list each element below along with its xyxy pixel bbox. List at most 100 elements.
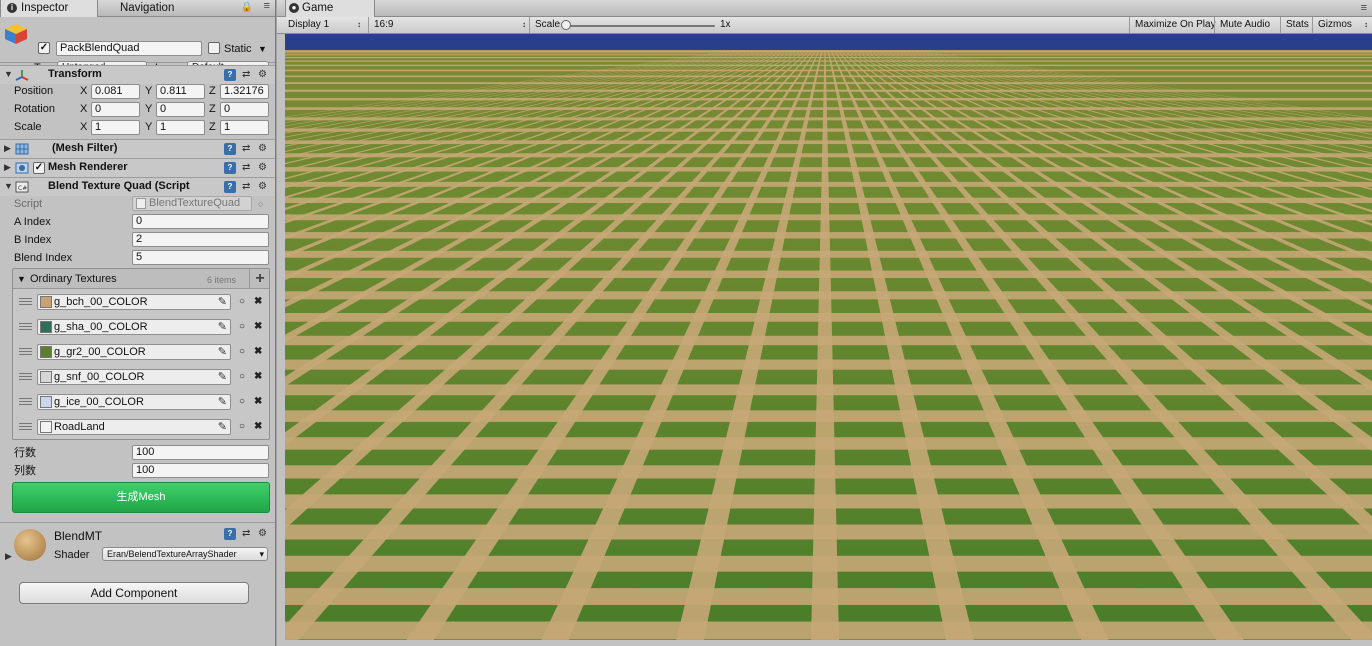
pencil-icon[interactable]: ✎ bbox=[218, 395, 227, 409]
gear-icon[interactable]: ⚙ bbox=[258, 528, 267, 540]
rotation-x-field[interactable]: 0 bbox=[91, 102, 140, 117]
pencil-icon[interactable]: ✎ bbox=[218, 320, 227, 334]
gear-icon[interactable]: ⚙ bbox=[258, 69, 267, 81]
texture-field[interactable]: RoadLand ✎ bbox=[37, 419, 231, 435]
object-picker-icon[interactable]: ○ bbox=[239, 296, 245, 308]
generate-mesh-button[interactable]: 生成Mesh bbox=[12, 482, 270, 513]
object-picker-icon[interactable]: ○ bbox=[239, 321, 245, 333]
pencil-icon[interactable]: ✎ bbox=[218, 295, 227, 309]
fold-closed-icon[interactable]: ▶ bbox=[4, 162, 11, 173]
mesh-filter-header[interactable]: ▶ (Mesh Filter) ? ⇄ ⚙ bbox=[0, 139, 275, 158]
list-fold-icon[interactable]: ▼ bbox=[17, 272, 26, 286]
stats-button[interactable]: Stats bbox=[1280, 17, 1314, 33]
texture-field[interactable]: g_snf_00_COLOR ✎ bbox=[37, 369, 231, 385]
rows-field[interactable]: 100 bbox=[132, 445, 269, 460]
b-index-field[interactable]: 2 bbox=[132, 232, 269, 247]
gear-icon[interactable]: ⚙ bbox=[258, 181, 267, 193]
preset-icon[interactable]: ⇄ bbox=[242, 143, 250, 155]
a-index-field[interactable]: 0 bbox=[132, 214, 269, 229]
object-picker-icon[interactable]: ○ bbox=[239, 371, 245, 383]
preset-icon[interactable]: ⇄ bbox=[242, 69, 250, 81]
pencil-icon[interactable]: ✎ bbox=[218, 420, 227, 434]
rotation-z-field[interactable]: 0 bbox=[220, 102, 269, 117]
preset-icon[interactable]: ⇄ bbox=[242, 528, 250, 540]
shader-label: Shader bbox=[54, 549, 90, 561]
mesh-renderer-enabled-checkbox[interactable]: ✓ bbox=[33, 162, 45, 174]
gear-icon[interactable]: ⚙ bbox=[258, 162, 267, 174]
cols-field[interactable]: 100 bbox=[132, 463, 269, 478]
help-icon[interactable]: ? bbox=[224, 162, 236, 174]
mute-audio-button[interactable]: Mute Audio bbox=[1214, 17, 1275, 33]
fold-open-icon[interactable]: ▼ bbox=[4, 69, 13, 79]
drag-handle-icon[interactable] bbox=[19, 323, 32, 330]
tab-navigation[interactable]: Navigation bbox=[100, 0, 210, 17]
help-icon[interactable]: ? bbox=[224, 69, 236, 81]
help-icon[interactable]: ? bbox=[224, 143, 236, 155]
object-picker-icon[interactable]: ○ bbox=[239, 346, 245, 358]
panel-menu-icon[interactable]: ≡ bbox=[1361, 1, 1367, 15]
scale-x-field[interactable]: 1 bbox=[91, 120, 140, 135]
object-picker-icon[interactable]: ○ bbox=[239, 421, 245, 433]
static-checkbox[interactable] bbox=[208, 42, 220, 54]
help-icon[interactable]: ? bbox=[224, 528, 236, 540]
list-header[interactable]: ▼ Ordinary Textures 6 items + bbox=[13, 269, 269, 289]
texture-field[interactable]: g_sha_00_COLOR ✎ bbox=[37, 319, 231, 335]
tab-game[interactable]: ● Game bbox=[285, 0, 375, 17]
add-component-button[interactable]: Add Component bbox=[19, 582, 249, 604]
path-row bbox=[285, 437, 1372, 450]
static-dropdown-icon[interactable]: ▼ bbox=[258, 42, 267, 56]
pencil-icon[interactable]: ✎ bbox=[218, 370, 227, 384]
remove-icon[interactable]: ✖ bbox=[254, 421, 262, 433]
material-fold-icon[interactable]: ▶ bbox=[5, 549, 12, 563]
display-dropdown[interactable]: Display 1 bbox=[283, 17, 363, 33]
gizmos-dropdown[interactable]: Gizmos bbox=[1312, 17, 1370, 33]
mesh-renderer-header[interactable]: ▶ ✓ Mesh Renderer ? ⇄ ⚙ bbox=[0, 158, 275, 177]
lock-icon[interactable]: 🔒 bbox=[241, 2, 253, 13]
drag-handle-icon[interactable] bbox=[19, 348, 32, 355]
pencil-icon[interactable]: ✎ bbox=[218, 345, 227, 359]
remove-icon[interactable]: ✖ bbox=[254, 371, 262, 383]
remove-icon[interactable]: ✖ bbox=[254, 321, 262, 333]
panel-menu-icon[interactable]: ≡ bbox=[264, 0, 270, 12]
position-x-field[interactable]: 0.081 bbox=[91, 84, 140, 99]
texture-field[interactable]: g_bch_00_COLOR ✎ bbox=[37, 294, 231, 310]
scale-z-field[interactable]: 1 bbox=[220, 120, 269, 135]
aspect-dropdown[interactable]: 16:9 bbox=[368, 17, 528, 33]
texture-field[interactable]: g_ice_00_COLOR ✎ bbox=[37, 394, 231, 410]
remove-icon[interactable]: ✖ bbox=[254, 296, 262, 308]
drag-handle-icon[interactable] bbox=[19, 398, 32, 405]
drag-handle-icon[interactable] bbox=[19, 373, 32, 380]
tab-inspector[interactable]: i Inspector bbox=[0, 0, 98, 17]
position-z-field[interactable]: 1.32176 bbox=[220, 84, 269, 99]
preset-icon[interactable]: ⇄ bbox=[242, 181, 250, 193]
position-y-field[interactable]: 0.811 bbox=[156, 84, 205, 99]
fold-closed-icon[interactable]: ▶ bbox=[4, 143, 11, 154]
gameobject-active-checkbox[interactable]: ✓ bbox=[38, 42, 50, 54]
rotation-y-field[interactable]: 0 bbox=[156, 102, 205, 117]
static-label: Static bbox=[224, 43, 252, 55]
blend-index-field[interactable]: 5 bbox=[132, 250, 269, 265]
scale-slider-knob[interactable] bbox=[561, 20, 571, 30]
scale-slider-track[interactable] bbox=[565, 25, 715, 27]
game-viewport[interactable] bbox=[285, 34, 1372, 640]
remove-icon[interactable]: ✖ bbox=[254, 396, 262, 408]
help-icon[interactable]: ? bbox=[224, 181, 236, 193]
drag-handle-icon[interactable] bbox=[19, 298, 32, 305]
gear-icon[interactable]: ⚙ bbox=[258, 143, 267, 155]
drag-handle-icon[interactable] bbox=[19, 423, 32, 430]
fold-open-icon[interactable]: ▼ bbox=[4, 181, 13, 191]
scale-y-field[interactable]: 1 bbox=[156, 120, 205, 135]
shader-dropdown[interactable]: Eran/BelendTextureArrayShader bbox=[102, 547, 268, 561]
object-picker-icon[interactable]: ○ bbox=[239, 396, 245, 408]
path-row bbox=[285, 335, 1372, 346]
texture-field[interactable]: g_gr2_00_COLOR ✎ bbox=[37, 344, 231, 360]
gameobject-name-field[interactable]: PackBlendQuad bbox=[56, 41, 202, 56]
remove-icon[interactable]: ✖ bbox=[254, 346, 262, 358]
blend-script-header[interactable]: ▼ C# Blend Texture Quad (Script ? ⇄ ⚙ bbox=[0, 177, 275, 196]
transform-header[interactable]: ▼ Transform ? ⇄ ⚙ bbox=[0, 65, 275, 84]
mesh-filter-icon bbox=[15, 143, 29, 155]
preset-icon[interactable]: ⇄ bbox=[242, 162, 250, 174]
maximize-on-play-button[interactable]: Maximize On Play bbox=[1129, 17, 1221, 33]
add-element-icon[interactable]: + bbox=[249, 269, 270, 288]
rotation-x-label: X bbox=[80, 103, 88, 115]
